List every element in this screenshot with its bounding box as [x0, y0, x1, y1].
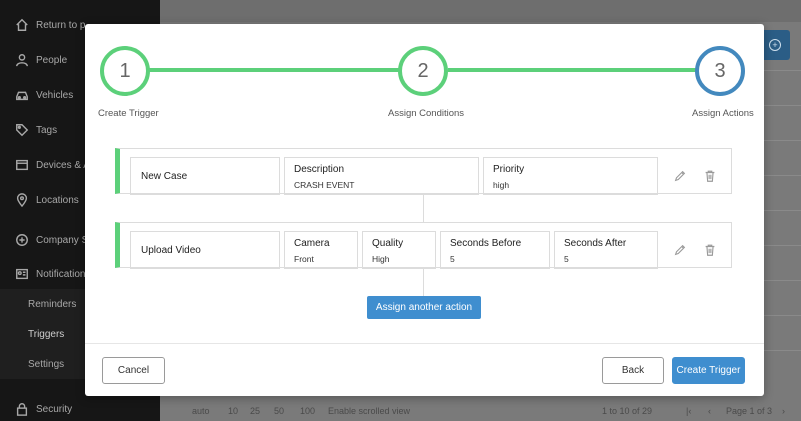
- sidebar-item-label: People: [36, 54, 68, 66]
- step-1-label: Create Trigger: [98, 108, 159, 119]
- location-pin-icon: [14, 192, 30, 208]
- step-number: 2: [417, 59, 429, 82]
- step-3-circle: 3: [695, 46, 745, 96]
- device-icon: [14, 157, 30, 173]
- field-value: 5: [564, 254, 569, 264]
- action-connector-line: [423, 194, 424, 222]
- stepper-line-2-3: [448, 68, 698, 72]
- delete-trash-icon[interactable]: [703, 169, 717, 183]
- page-size-option[interactable]: 10: [228, 406, 238, 416]
- first-page-button[interactable]: |‹: [686, 406, 691, 416]
- sidebar-item-label: Vehicles: [36, 89, 74, 101]
- step-3-label: Assign Actions: [692, 108, 754, 119]
- page-size-option[interactable]: auto: [192, 406, 210, 416]
- company-settings-icon: [14, 232, 30, 248]
- pagination-range: 1 to 10 of 29: [602, 406, 653, 416]
- user-icon: [14, 52, 30, 68]
- sidebar-item-label: Security: [36, 403, 73, 415]
- sidebar-item-label: Locations: [36, 194, 79, 206]
- sidebar-item-label: Notification: [36, 268, 86, 280]
- edit-pencil-icon[interactable]: [673, 169, 687, 183]
- notification-card-icon: [14, 266, 30, 282]
- page-size-option[interactable]: 100: [300, 406, 315, 416]
- field-value: Front: [294, 254, 314, 264]
- action-field-priority: Priority high: [483, 157, 658, 195]
- car-icon: [14, 87, 30, 103]
- edit-pencil-icon[interactable]: [673, 243, 687, 257]
- next-page-button[interactable]: ›: [782, 406, 785, 416]
- sidebar-item-security[interactable]: Security: [0, 394, 160, 421]
- top-bar-background: [160, 0, 801, 22]
- table-footer: auto 10 25 50 100 Enable scrolled view 1…: [160, 396, 801, 421]
- action-field-seconds-before: Seconds Before 5: [440, 231, 550, 269]
- modal-footer-divider: [85, 343, 764, 344]
- action-field-quality: Quality High: [362, 231, 436, 269]
- delete-trash-icon[interactable]: [703, 243, 717, 257]
- table-rows-background: [760, 70, 801, 385]
- sidebar-item-label: Tags: [36, 124, 58, 136]
- field-label: Seconds Before: [450, 238, 522, 249]
- field-value: CRASH EVENT: [294, 180, 355, 190]
- field-label: Seconds After: [564, 238, 627, 249]
- sidebar-item-label: Settings: [28, 358, 65, 370]
- action-card-upload-video: Upload Video Camera Front Quality High S…: [115, 222, 732, 269]
- lock-icon: [14, 401, 30, 417]
- field-label: Quality: [372, 238, 404, 249]
- home-icon: [14, 17, 30, 33]
- field-label: Description: [294, 164, 345, 175]
- sidebar-item-label: Company S: [36, 234, 89, 246]
- step-1-circle: 1: [100, 46, 150, 96]
- tag-icon: [14, 122, 30, 138]
- action-title-text: Upload Video: [141, 244, 201, 256]
- field-value: high: [493, 180, 510, 190]
- cancel-button[interactable]: Cancel: [102, 357, 165, 384]
- sidebar-item-label: Triggers: [28, 328, 65, 340]
- assign-another-action-button[interactable]: Assign another action: [367, 296, 481, 319]
- back-button[interactable]: Back: [602, 357, 664, 384]
- add-trigger-button[interactable]: +: [760, 30, 790, 60]
- step-2-circle: 2: [398, 46, 448, 96]
- pagination-page: Page 1 of 3: [726, 406, 773, 416]
- field-value: 5: [450, 254, 455, 264]
- step-number: 3: [714, 59, 726, 82]
- action-field-seconds-after: Seconds After 5: [554, 231, 658, 269]
- create-trigger-modal: 1 2 3 Create Trigger Assign Conditions A…: [85, 24, 764, 396]
- page-size-option[interactable]: 25: [250, 406, 260, 416]
- field-label: Priority: [493, 164, 525, 175]
- field-label: Camera: [294, 238, 330, 249]
- scroll-view-toggle[interactable]: Enable scrolled view: [328, 406, 410, 416]
- sidebar-item-label: Reminders: [28, 298, 77, 310]
- plus-icon: +: [769, 39, 781, 51]
- sidebar-item-label: Devices & A: [36, 159, 90, 171]
- action-title-text: New Case: [141, 170, 188, 182]
- action-field-description: Description CRASH EVENT: [284, 157, 479, 195]
- step-2-label: Assign Conditions: [388, 108, 465, 119]
- action-card-new-case: New Case Description CRASH EVENT Priorit…: [115, 148, 732, 195]
- action-connector-line: [423, 268, 424, 296]
- action-title: New Case: [130, 157, 280, 195]
- stepper-line-1-2: [148, 68, 403, 72]
- page-size-option[interactable]: 50: [274, 406, 284, 416]
- action-title: Upload Video: [130, 231, 280, 269]
- prev-page-button[interactable]: ‹: [708, 406, 711, 416]
- field-value: High: [372, 254, 390, 264]
- action-field-camera: Camera Front: [284, 231, 358, 269]
- create-trigger-button[interactable]: Create Trigger: [672, 357, 745, 384]
- step-number: 1: [119, 59, 131, 82]
- sidebar-item-label: Return to p: [36, 19, 86, 31]
